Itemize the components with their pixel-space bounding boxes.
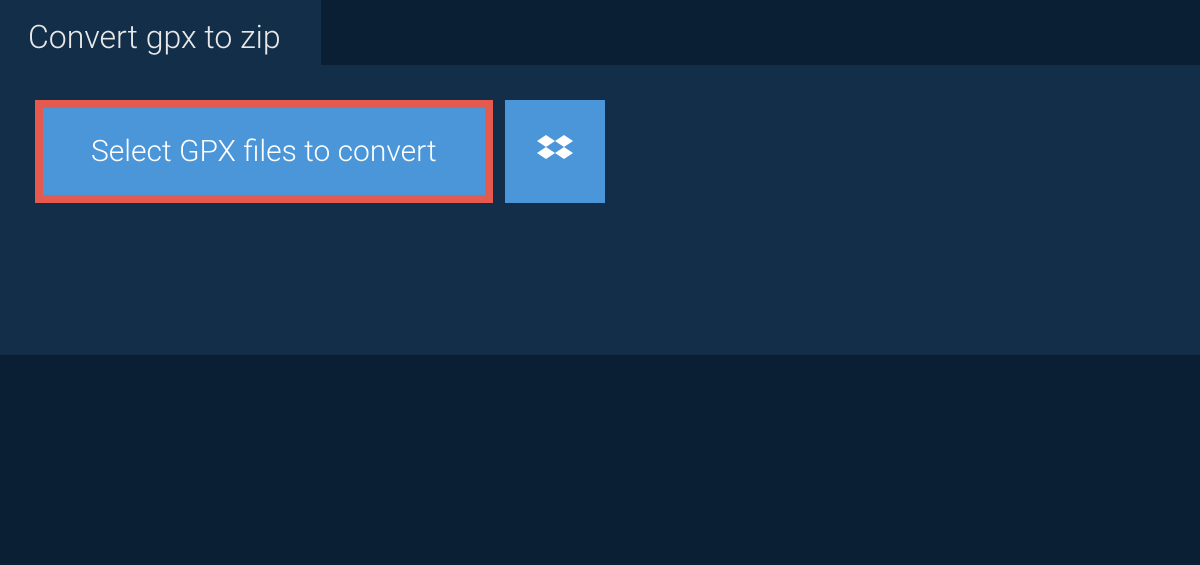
dropbox-icon <box>537 132 573 172</box>
select-files-button[interactable]: Select GPX files to convert <box>35 100 493 203</box>
select-files-label: Select GPX files to convert <box>91 134 437 169</box>
dropbox-button[interactable] <box>505 100 605 203</box>
button-row: Select GPX files to convert <box>0 65 1200 203</box>
tab-title: Convert gpx to zip <box>28 18 281 56</box>
converter-panel: Convert gpx to zip Select GPX files to c… <box>0 65 1200 355</box>
tab-active[interactable]: Convert gpx to zip <box>0 0 321 74</box>
